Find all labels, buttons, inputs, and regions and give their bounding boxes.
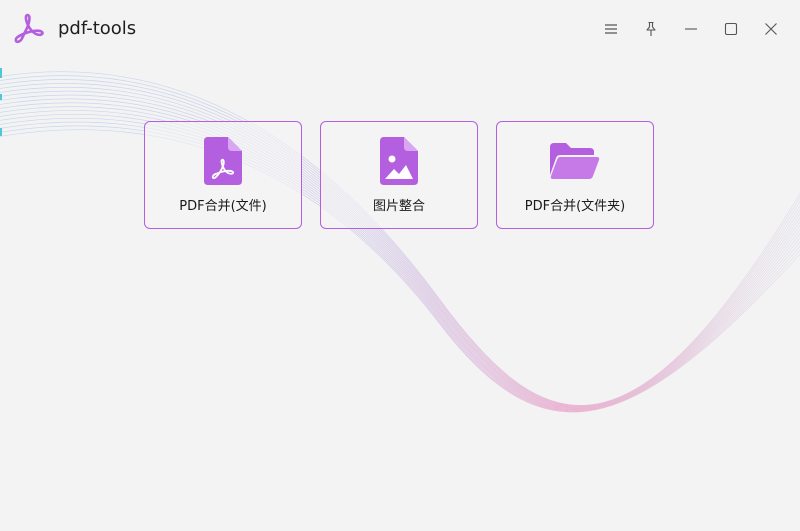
pdf-merge-files-card[interactable]: PDF合并(文件) xyxy=(144,121,302,229)
card-label: 图片整合 xyxy=(372,199,425,214)
wave-background xyxy=(0,71,800,413)
menu-button[interactable] xyxy=(599,17,623,41)
title-bar: pdf-tools xyxy=(0,0,800,58)
edge-accent xyxy=(0,66,3,146)
adobe-pdf-logo-icon xyxy=(12,13,46,45)
minimize-button[interactable] xyxy=(679,17,703,41)
app-window: pdf-tools PDF合并(文件) 图片整合 PDF合并(文件夹) xyxy=(0,0,800,531)
maximize-icon xyxy=(724,22,738,36)
hamburger-menu-icon xyxy=(605,24,617,34)
pdf-merge-folder-card[interactable]: PDF合并(文件夹) xyxy=(496,121,654,229)
minimize-icon xyxy=(685,28,697,30)
pin-icon xyxy=(646,21,656,36)
card-label: PDF合并(文件) xyxy=(179,199,267,214)
app-title: pdf-tools xyxy=(58,18,137,39)
close-icon xyxy=(765,23,777,35)
image-merge-card[interactable]: 图片整合 xyxy=(320,121,478,229)
card-label: PDF合并(文件夹) xyxy=(524,199,626,214)
pdf-file-icon xyxy=(197,136,249,186)
close-button[interactable] xyxy=(759,17,783,41)
pin-button[interactable] xyxy=(639,17,663,41)
open-folder-icon xyxy=(549,136,601,186)
image-file-icon xyxy=(373,136,425,186)
maximize-button[interactable] xyxy=(719,17,743,41)
